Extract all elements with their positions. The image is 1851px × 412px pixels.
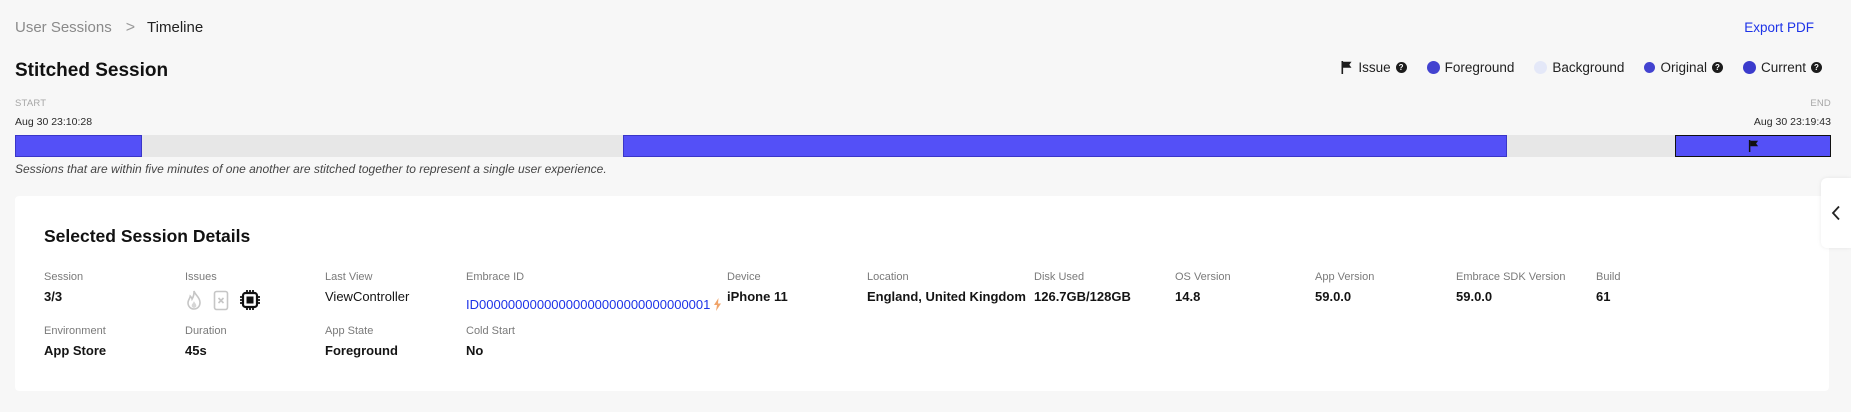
legend-foreground-label: Foreground xyxy=(1444,60,1515,75)
field-label: App Version xyxy=(1315,271,1375,283)
timeline-session-segment[interactable] xyxy=(15,135,142,157)
field-disk-used: Disk Used 126.7GB/128GB xyxy=(1034,271,1131,304)
field-value: App Store xyxy=(44,343,107,358)
flame-icon[interactable] xyxy=(185,290,203,310)
embrace-id-value[interactable]: ID00000000000000000000000000000001 xyxy=(466,297,710,312)
header: User Sessions > Timeline xyxy=(15,18,1851,38)
flag-icon xyxy=(1341,61,1352,74)
timeline-start-time: Aug 30 23:10:28 xyxy=(15,116,93,128)
field-value: 59.0.0 xyxy=(1456,289,1493,304)
timeline-background-segment xyxy=(1507,135,1675,157)
field-label: Session xyxy=(44,271,84,283)
breadcrumb-user-sessions[interactable]: User Sessions xyxy=(15,19,112,36)
session-details-card: Selected Session Details Session 3/3 Iss… xyxy=(15,196,1829,391)
field-label: Embrace SDK Version xyxy=(1456,271,1566,283)
timeline-background-segment xyxy=(142,135,623,157)
page-title: Stitched Session xyxy=(15,60,169,81)
field-session: Session 3/3 xyxy=(44,271,83,304)
timeline-start-label: START xyxy=(15,98,47,109)
field-embrace-sdk-version: Embrace SDK Version 59.0.0 xyxy=(1456,271,1565,304)
timeline-note: Sessions that are within five minutes of… xyxy=(15,162,607,176)
lightning-icon[interactable] xyxy=(713,298,722,311)
legend-issue: Issue ? xyxy=(1341,60,1407,75)
background-swatch xyxy=(1534,61,1548,74)
field-label: OS Version xyxy=(1175,271,1231,283)
field-value: 3/3 xyxy=(44,289,63,304)
field-last-view: Last View ViewController xyxy=(325,271,409,304)
field-label: Embrace ID xyxy=(466,271,525,283)
field-label: App State xyxy=(325,325,374,337)
field-label: Cold Start xyxy=(466,325,515,337)
breadcrumb-separator: > xyxy=(125,19,136,36)
foreground-swatch xyxy=(1426,61,1440,74)
field-value: ViewController xyxy=(325,289,410,304)
legend-original: Original ? xyxy=(1644,60,1723,75)
field-value: No xyxy=(466,343,484,358)
side-panel-toggle[interactable] xyxy=(1821,178,1851,248)
field-os-version: OS Version 14.8 xyxy=(1175,271,1231,304)
field-build: Build 61 xyxy=(1596,271,1620,304)
session-timeline xyxy=(15,135,1831,157)
timeline-session-segment[interactable] xyxy=(623,135,1507,157)
field-issues: Issues xyxy=(185,271,271,311)
timeline-legend: Issue ? Foreground Background Original ?… xyxy=(1341,60,1822,75)
field-value: 45s xyxy=(185,343,207,358)
field-app-state: App State Foreground xyxy=(325,325,398,358)
field-label: Last View xyxy=(325,271,373,283)
export-pdf-link[interactable]: Export PDF xyxy=(1744,20,1814,35)
legend-issue-label: Issue xyxy=(1358,60,1391,75)
current-swatch xyxy=(1742,61,1756,74)
chevron-left-icon[interactable] xyxy=(1831,205,1841,221)
field-value: 126.7GB/128GB xyxy=(1034,289,1131,304)
original-swatch xyxy=(1644,62,1656,73)
field-label: Device xyxy=(727,271,761,283)
field-label: Location xyxy=(867,271,909,283)
field-app-version: App Version 59.0.0 xyxy=(1315,271,1374,304)
legend-background: Background xyxy=(1534,60,1624,75)
legend-original-label: Original xyxy=(1660,60,1707,75)
legend-foreground: Foreground xyxy=(1426,60,1515,75)
timeline-current-session-segment[interactable] xyxy=(1675,135,1831,157)
field-label: Disk Used xyxy=(1034,271,1085,283)
field-cold-start: Cold Start No xyxy=(466,325,515,358)
field-label: Build xyxy=(1596,271,1621,283)
timeline-end-label: END xyxy=(1810,98,1831,109)
field-embrace-id: Embrace ID ID000000000000000000000000000… xyxy=(466,271,722,314)
field-value: England, United Kingdom xyxy=(867,289,1026,304)
field-environment: Environment App Store xyxy=(44,325,106,358)
field-value: 59.0.0 xyxy=(1315,289,1352,304)
timeline-end-time: Aug 30 23:19:43 xyxy=(1753,116,1831,128)
cpu-chip-icon[interactable] xyxy=(239,289,261,311)
issues-icon-list xyxy=(185,289,271,311)
card-title: Selected Session Details xyxy=(44,226,251,246)
field-device: Device iPhone 11 xyxy=(727,271,788,304)
embrace-id-link[interactable]: ID00000000000000000000000000000001 xyxy=(466,297,722,312)
field-value: 14.8 xyxy=(1175,289,1201,304)
field-label: Environment xyxy=(44,325,106,337)
field-value: iPhone 11 xyxy=(727,289,788,304)
field-value: Foreground xyxy=(325,343,398,358)
field-duration: Duration 45s xyxy=(185,325,227,358)
legend-background-label: Background xyxy=(1552,60,1625,75)
field-value: 61 xyxy=(1596,289,1611,304)
flag-icon xyxy=(1748,140,1758,152)
legend-current: Current ? xyxy=(1742,60,1822,75)
help-icon[interactable]: ? xyxy=(1811,62,1822,73)
field-label: Duration xyxy=(185,325,227,337)
field-location: Location England, United Kingdom xyxy=(867,271,1026,304)
field-label: Issues xyxy=(185,271,217,283)
breadcrumb: User Sessions > Timeline xyxy=(15,18,1851,37)
breadcrumb-timeline: Timeline xyxy=(147,18,204,36)
legend-current-label: Current xyxy=(1760,60,1806,75)
help-icon[interactable]: ? xyxy=(1395,62,1407,73)
help-icon[interactable]: ? xyxy=(1711,62,1723,73)
crash-file-icon[interactable] xyxy=(213,290,229,311)
